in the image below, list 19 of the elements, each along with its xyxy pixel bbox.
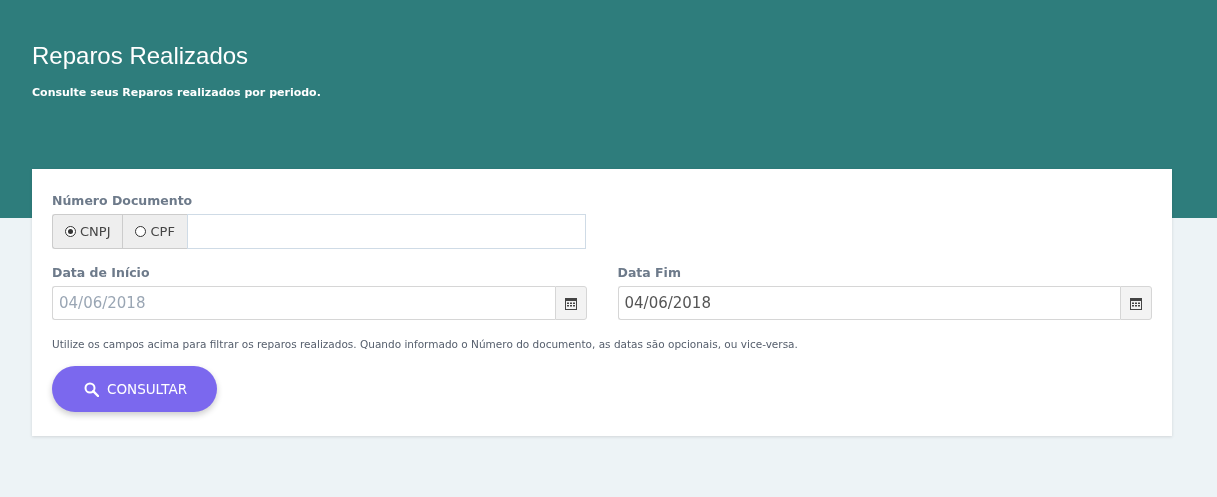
- radio-option[interactable]: CNPJ: [52, 214, 123, 249]
- radio-button[interactable]: [135, 226, 147, 237]
- radio-option[interactable]: CPF: [122, 214, 187, 249]
- calendar-icon: [1130, 296, 1142, 310]
- radio-button[interactable]: [65, 226, 76, 237]
- calendar-icon: [564, 296, 577, 310]
- start-date-field[interactable]: 04/06/2018: [52, 286, 555, 320]
- search-button[interactable]: CONSULTAR: [52, 366, 218, 412]
- page-subtitle: Consulte seus Reparos realizados por periodo.: [32, 86, 322, 99]
- end-date-field[interactable]: 04/06/2018: [617, 286, 1120, 320]
- page-title: Reparos Realizados: [32, 42, 250, 70]
- field-label: Data de Início: [52, 265, 151, 280]
- calendar-button[interactable]: [1120, 286, 1152, 320]
- help-text: Utilize os campos acima para filtrar os reparos realizados. Quando informado o Número do documento, as datas são opcionais, ou vice-versa.: [52, 338, 799, 350]
- calendar-button[interactable]: [554, 286, 587, 320]
- field-label: Data Fim: [617, 265, 682, 280]
- field-label: Número Documento: [52, 193, 194, 208]
- search-icon: [84, 381, 99, 397]
- document-input[interactable]: [186, 214, 586, 249]
